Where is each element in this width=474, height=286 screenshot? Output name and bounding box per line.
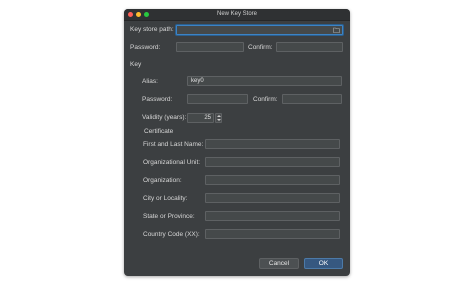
key-password-label: Password:: [142, 96, 173, 103]
ok-button[interactable]: OK: [304, 258, 343, 269]
title-bar: New Key Store: [124, 9, 350, 21]
keystore-confirm-field[interactable]: [276, 42, 343, 52]
key-store-path-input[interactable]: [176, 25, 343, 35]
validity-value: 25: [204, 115, 211, 121]
keystore-password-label: Password:: [130, 44, 161, 51]
alias-value: key0: [191, 78, 204, 84]
stepper-down-icon[interactable]: [217, 119, 221, 121]
state-province-label: State or Province:: [143, 213, 195, 220]
city-locality-input[interactable]: [205, 193, 340, 203]
keystore-password-field[interactable]: [176, 42, 244, 52]
state-province-input[interactable]: [205, 211, 340, 221]
organizational-unit-input[interactable]: [205, 157, 340, 167]
validity-input[interactable]: 25: [187, 113, 214, 123]
key-password-field[interactable]: [187, 94, 248, 104]
organization-input[interactable]: [205, 175, 340, 185]
stepper-up-icon[interactable]: [217, 115, 221, 117]
first-last-name-label: First and Last Name:: [143, 141, 204, 148]
validity-label: Validity (years):: [142, 114, 187, 121]
key-confirm-label: Confirm:: [253, 96, 278, 103]
organizational-unit-label: Organizational Unit:: [143, 159, 201, 166]
key-store-path-label: Key store path:: [130, 26, 174, 33]
first-last-name-input[interactable]: [205, 139, 340, 149]
organization-label: Organization:: [143, 177, 182, 184]
key-section-label: Key: [130, 61, 142, 68]
new-key-store-dialog: New Key Store Key store path: Password: …: [124, 9, 350, 276]
alias-label: Alias:: [142, 78, 158, 85]
keystore-confirm-label: Confirm:: [248, 44, 273, 51]
validity-stepper[interactable]: [215, 113, 222, 123]
city-locality-label: City or Locality:: [143, 195, 188, 202]
country-code-label: Country Code (XX):: [143, 231, 200, 238]
folder-icon[interactable]: [333, 27, 340, 33]
key-confirm-field[interactable]: [282, 94, 342, 104]
alias-input[interactable]: key0: [187, 76, 342, 86]
window-title: New Key Store: [216, 11, 258, 17]
cancel-button[interactable]: Cancel: [259, 258, 299, 269]
certificate-section-label: Certificate: [144, 128, 174, 135]
country-code-input[interactable]: [205, 229, 340, 239]
